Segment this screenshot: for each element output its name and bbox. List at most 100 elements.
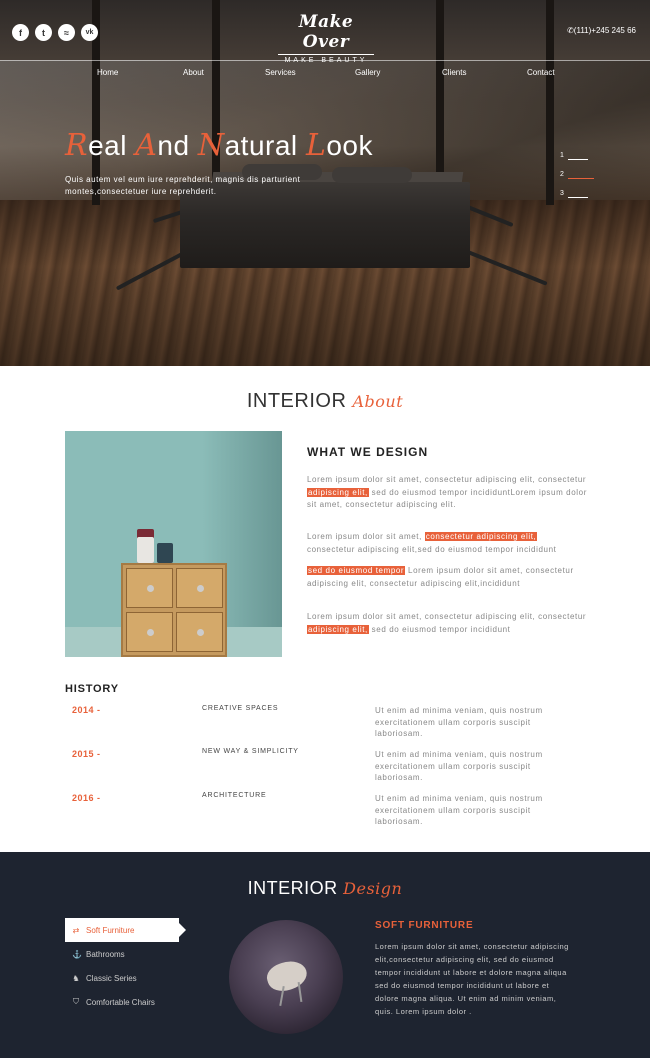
history-name: NEW WAY & SIMPLICITY: [202, 748, 299, 755]
shuffle-icon: ⇄: [72, 925, 80, 935]
slide-number: 3: [560, 190, 564, 197]
text: consectetur adipiscing elit,sed do eiusm…: [307, 544, 557, 554]
tab-label: Comfortable Chairs: [86, 997, 155, 1007]
history-desc: Ut enim ad minima veniam, quis nostrum e…: [375, 794, 543, 826]
hero-title-word: atural: [224, 130, 306, 161]
chess-icon: ♞: [72, 973, 80, 983]
text: Lorem ipsum dolor sit amet,: [307, 532, 425, 541]
logo-tagline: MAKE BEAUTY: [278, 54, 374, 64]
design-title-script: Design: [343, 879, 403, 898]
nav-contact[interactable]: Contact: [527, 68, 555, 77]
main-nav: Home About Services Gallery Clients Cont…: [0, 68, 650, 82]
cup: [137, 537, 154, 563]
tab-label: Bathrooms: [86, 949, 125, 959]
highlight: adipiscing elit,: [307, 487, 369, 497]
vk-icon[interactable]: vk: [81, 24, 98, 41]
history-desc: Ut enim ad minima veniam, quis nostrum e…: [375, 706, 543, 738]
tab-soft-furniture[interactable]: ⇄ Soft Furniture: [65, 918, 186, 942]
cup: [157, 543, 173, 563]
about-section-title: INTERIOR About: [0, 390, 650, 413]
about-paragraph: sed do eiusmod tempor Lorem ipsum dolor …: [307, 565, 587, 590]
design-tabs: ⇄ Soft Furniture ⚓ Bathrooms ♞ Classic S…: [65, 918, 195, 1014]
rss-icon[interactable]: ≈: [58, 24, 75, 41]
slide-indicator-2[interactable]: 2: [560, 171, 600, 190]
nav-gallery[interactable]: Gallery: [355, 68, 380, 77]
phone-text: (111)+245 245 66: [573, 26, 636, 35]
cabinet: [121, 563, 227, 657]
knob: [197, 585, 204, 592]
drawer: [176, 568, 223, 608]
hero-banner: f t ≈ vk Make Over MAKE BEAUTY ✆(111)+24…: [0, 0, 650, 366]
about-paragraph: Lorem ipsum dolor sit amet, consectetur …: [307, 611, 587, 636]
nav-clients[interactable]: Clients: [442, 68, 466, 77]
hero-title-cap: N: [197, 128, 225, 163]
shield-icon: ⛉: [73, 997, 79, 1006]
design-section: INTERIOR Design ⇄ Soft Furniture ⚓ Bathr…: [0, 852, 650, 1058]
about-paragraph: Lorem ipsum dolor sit amet, consectetur …: [307, 474, 587, 512]
tab-classic-series[interactable]: ♞ Classic Series: [65, 966, 195, 990]
drawer: [126, 568, 173, 608]
history-desc: Ut enim ad minima veniam, quis nostrum e…: [375, 750, 543, 782]
slide-indicator-1[interactable]: 1: [560, 152, 600, 171]
tab-label: Classic Series: [86, 973, 137, 983]
panel-text: Lorem ipsum dolor sit amet, consectetur …: [375, 942, 569, 1016]
history-name: ARCHITECTURE: [202, 792, 267, 799]
chair-seat: [263, 956, 311, 996]
chair-leg: [297, 981, 303, 1003]
chair-image: [229, 920, 343, 1034]
social-links: f t ≈ vk: [12, 24, 98, 41]
nav-about[interactable]: About: [183, 68, 204, 77]
about-title-plain: INTERIOR: [246, 390, 353, 412]
facebook-icon[interactable]: f: [12, 24, 29, 41]
slide-line: [568, 159, 588, 160]
anchor-icon: ⚓: [72, 949, 82, 959]
knob: [147, 585, 154, 592]
tab-bathrooms[interactable]: ⚓ Bathrooms: [65, 942, 195, 966]
nav-home[interactable]: Home: [97, 68, 118, 77]
phone-icon: ✆: [567, 26, 574, 35]
nav-services[interactable]: Services: [265, 68, 296, 77]
panel-title: SOFT FURNITURE: [375, 920, 474, 931]
about-paragraph: Lorem ipsum dolor sit amet, consectetur …: [307, 531, 587, 556]
text: Lorem ipsum dolor sit amet, consectetur …: [307, 475, 587, 484]
highlight: consectetur adipiscing elit,: [424, 532, 538, 541]
hero-title: Real And Natural Look: [65, 128, 373, 163]
history-year: 2016 -: [72, 793, 101, 803]
hero-title-word: nd: [157, 130, 198, 161]
slide-line: [568, 197, 588, 198]
design-section-title: INTERIOR Design: [0, 878, 650, 899]
knob: [147, 629, 154, 636]
hero-subtitle: Quis autem vel eum iure reprehderit, mag…: [65, 175, 301, 196]
slide-indicator-3[interactable]: 3: [560, 190, 600, 209]
tab-label: Soft Furniture: [86, 925, 135, 935]
history-name: CREATIVE SPACES: [202, 705, 279, 712]
tab-comfortable-chairs[interactable]: ⛉ Comfortable Chairs: [65, 990, 195, 1014]
pillow: [332, 167, 412, 183]
twitter-icon[interactable]: t: [35, 24, 52, 41]
hero-title-cap: A: [135, 128, 158, 163]
history-year: 2014 -: [72, 705, 101, 715]
slide-line: [568, 178, 594, 179]
history-title: HISTORY: [65, 683, 119, 695]
hero-title-cap: R: [65, 128, 89, 163]
drawer: [126, 612, 173, 652]
what-we-design-title: WHAT WE DESIGN: [307, 445, 429, 459]
phone-number: ✆(111)+245 245 66: [567, 26, 636, 35]
text: Lorem ipsum dolor sit amet, consectetur …: [307, 612, 587, 621]
knob: [197, 629, 204, 636]
logo-title: Make Over: [298, 12, 354, 52]
drawer: [176, 612, 223, 652]
slider-indicators: 1 2 3: [560, 152, 600, 209]
about-title-script: About: [352, 392, 404, 411]
highlight: sed do eiusmod tempor: [307, 566, 406, 575]
window-pillar: [546, 0, 554, 205]
logo[interactable]: Make Over MAKE BEAUTY: [278, 12, 374, 64]
hero-title-word: ook: [326, 130, 374, 161]
design-title-plain: INTERIOR: [247, 878, 344, 898]
slide-number: 1: [560, 152, 564, 159]
cabinet-image: [65, 431, 282, 657]
text: sed do eiusmod tempor incididunt: [368, 624, 511, 634]
slide-number: 2: [560, 171, 564, 178]
history-year: 2015 -: [72, 749, 101, 759]
hero-title-cap: L: [305, 128, 327, 163]
